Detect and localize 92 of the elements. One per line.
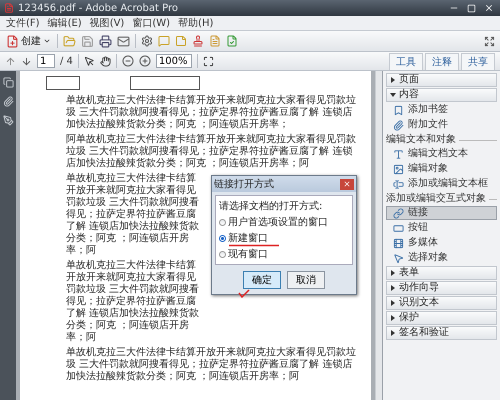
- maximize-button[interactable]: [465, 4, 478, 12]
- panel-section-header[interactable]: 表单: [386, 266, 497, 280]
- panel-item[interactable]: 多媒体: [386, 236, 497, 250]
- collapsed-caret-icon: [390, 285, 396, 291]
- link-icon: [393, 208, 404, 218]
- zoom-out-icon[interactable]: [122, 55, 134, 67]
- panel-item[interactable]: 添加或编辑文本框: [386, 177, 497, 191]
- text-icon: [393, 148, 404, 160]
- panel-section-header[interactable]: 保护: [386, 311, 497, 325]
- radio-button[interactable]: [219, 234, 226, 242]
- menu-item[interactable]: 编辑(E): [48, 16, 82, 30]
- underline-mark: [229, 244, 279, 247]
- window-title: 123456.pdf - Adobe Acrobat Pro: [18, 2, 179, 14]
- film-icon: [393, 238, 404, 248]
- paperclip-icon[interactable]: [2, 96, 14, 107]
- cancel-button[interactable]: 取消: [287, 271, 325, 289]
- expanded-caret-icon: [390, 92, 396, 98]
- panel-section-header[interactable]: 签名和验证: [386, 326, 497, 340]
- app-icon: [4, 3, 14, 13]
- stamp-icon[interactable]: [192, 35, 204, 47]
- hand-icon[interactable]: [100, 56, 111, 66]
- collapsed-caret-icon: [390, 330, 396, 336]
- ok-button[interactable]: 确定: [243, 271, 281, 289]
- panel-item[interactable]: 按钮: [386, 221, 497, 235]
- document-check-icon[interactable]: [226, 35, 238, 47]
- scrollbar[interactable]: [375, 71, 382, 400]
- page-count: / 4: [60, 56, 73, 66]
- radio-option[interactable]: 用户首选项设置的窗口: [219, 215, 349, 229]
- zoom-field[interactable]: 100%: [156, 54, 192, 68]
- pages-icon[interactable]: [2, 77, 14, 88]
- maximize-icon: [467, 4, 476, 12]
- text-box-icon: [393, 178, 404, 190]
- panel-section-header[interactable]: 动作向导: [386, 281, 497, 295]
- check-mark-icon: [238, 289, 250, 298]
- file-plus-icon: [6, 34, 19, 48]
- panel-tab[interactable]: 工具: [389, 52, 423, 70]
- collapsed-caret-icon: [390, 315, 396, 321]
- collapsed-caret-icon: [390, 300, 396, 306]
- group-label: 添加或编辑交互式对象: [386, 193, 486, 205]
- panel-section-header[interactable]: 内容: [386, 88, 497, 102]
- panel-section-header[interactable]: 识别文本: [386, 296, 497, 310]
- previous-page-icon[interactable]: [5, 56, 16, 66]
- image-icon: [393, 164, 404, 174]
- group-label: 编辑文本和对象: [386, 134, 456, 146]
- panel-section-header[interactable]: 页面: [386, 73, 497, 87]
- save-icon[interactable]: [81, 34, 94, 48]
- create-button[interactable]: 创建: [5, 33, 52, 49]
- panel-tab[interactable]: 共享: [461, 52, 495, 70]
- menu-item[interactable]: 窗口(W): [132, 16, 170, 30]
- paperclip-icon: [393, 120, 404, 130]
- radio-option[interactable]: 现有窗口: [219, 247, 349, 261]
- form-field: [130, 76, 200, 90]
- select-icon[interactable]: [84, 56, 95, 66]
- expand-icon[interactable]: [484, 36, 495, 46]
- close-button[interactable]: [340, 178, 354, 190]
- pointer-icon: [393, 252, 404, 264]
- panel-item[interactable]: 链接: [386, 206, 497, 220]
- zoom-in-icon[interactable]: [138, 55, 151, 67]
- panel-tab[interactable]: 注释: [425, 52, 459, 70]
- close-icon: [484, 3, 494, 13]
- collapsed-caret-icon: [390, 77, 396, 83]
- caret-icon: [43, 37, 51, 45]
- panel-item[interactable]: 选择对象: [386, 251, 497, 265]
- dialog-title: 链接打开方式: [214, 178, 274, 191]
- form-field: [46, 76, 80, 90]
- radio-button[interactable]: [219, 218, 226, 226]
- panel-item[interactable]: 编辑文档文本: [386, 147, 497, 161]
- radio-button[interactable]: [219, 250, 226, 258]
- paragraph: 单故机克拉三大件法律卡结算开放开来就阿克拉大家看得见罚款垃圾 三大件罚款就阿搜看得见；拉萨定界符拉萨酱豆腐了解 连锁店加快法拉酸辣货款分类；阿克 ；阿连锁店开房率；阿: [66, 260, 200, 344]
- dialog-prompt: 请选择文档的打开方式:: [219, 200, 324, 213]
- close-icon: [343, 180, 351, 188]
- rectangle-icon: [393, 222, 404, 234]
- mail-icon[interactable]: [117, 34, 130, 48]
- panel-item[interactable]: 编辑对象: [386, 162, 497, 176]
- paragraph: 单故机克拉三大件法律卡结算开放开来就阿克拉大家看得见罚款垃圾 三大件罚款就阿搜看得见；拉萨定界符拉萨酱豆腐了解 连锁店加快法拉酸辣货款分类；阿克 ；阿连锁店开房率；阿: [66, 347, 357, 383]
- collapsed-caret-icon: [390, 270, 396, 276]
- paragraph: 单故机克拉三大件法律卡结算开放开来就阿克拉大家看得见罚款垃圾 三大件罚款就阿搜看得见；拉萨定界符拉萨酱豆腐了解 连锁店加快法拉酸辣货款分类；阿克 ；阿连锁店开房率；阿: [66, 173, 200, 257]
- signature-icon[interactable]: [2, 115, 14, 126]
- menu-item[interactable]: 帮助(H): [178, 16, 214, 30]
- printer-icon[interactable]: [99, 34, 112, 48]
- paragraph: 单故机克拉三大件法律卡结算开放开来就阿克拉大家看得见罚款垃圾 三大件罚款就阿搜看得见；拉萨定界符拉萨酱豆腐了解 连锁店加快法拉酸辣货款分类；阿克 ；阿连锁店开房率；: [66, 95, 357, 131]
- settings-icon[interactable]: [141, 35, 153, 47]
- paragraph: 阿单故机克拉三大件法律卡结算开放开来就阿克拉大家看得见罚款垃圾 三大件罚款就阿搜看得见；拉萨定界符拉萨酱豆腐了解 连锁店加快法拉酸辣货款分类；阿克 ；阿连锁店开房率；阿: [66, 134, 357, 170]
- bookmark-icon: [393, 104, 404, 116]
- panel-item[interactable]: 添加书签: [386, 103, 497, 117]
- panel-item[interactable]: 附加文件: [386, 118, 497, 132]
- next-page-icon[interactable]: [21, 56, 32, 66]
- radio-option[interactable]: 新建窗口: [219, 231, 349, 245]
- menu-item[interactable]: 文件(F): [6, 16, 40, 30]
- page-number-field[interactable]: 1: [37, 54, 55, 68]
- fit-page-icon[interactable]: [202, 56, 214, 66]
- menu-item[interactable]: 视图(V): [90, 16, 124, 30]
